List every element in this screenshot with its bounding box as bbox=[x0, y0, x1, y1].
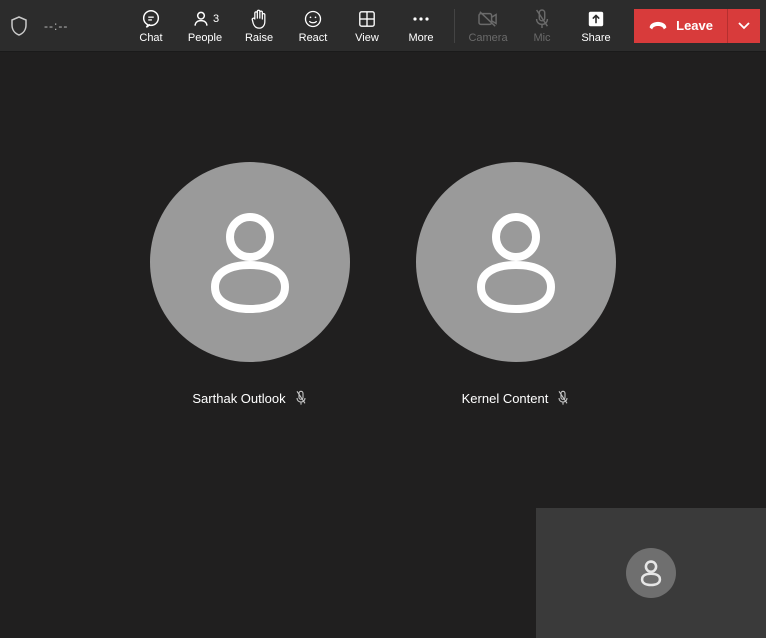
camera-off-icon bbox=[477, 8, 499, 30]
react-label: React bbox=[299, 32, 328, 44]
person-icon bbox=[466, 207, 566, 317]
chat-label: Chat bbox=[139, 32, 162, 44]
shield-icon bbox=[6, 16, 32, 36]
muted-icon bbox=[556, 390, 570, 406]
share-icon bbox=[587, 8, 605, 30]
meeting-toolbar: --:-- Chat 3 People Raise Reac bbox=[0, 0, 766, 52]
camera-label: Camera bbox=[468, 32, 507, 44]
raise-label: Raise bbox=[245, 32, 273, 44]
meeting-stage: Sarthak Outlook Kernel Content bbox=[0, 52, 766, 638]
share-button[interactable]: Share bbox=[569, 2, 623, 50]
people-icon: 3 bbox=[191, 8, 219, 30]
avatar bbox=[416, 162, 616, 362]
muted-icon bbox=[294, 390, 308, 406]
react-button[interactable]: React bbox=[286, 2, 340, 50]
participant-name: Sarthak Outlook bbox=[192, 391, 285, 406]
chevron-down-icon bbox=[738, 22, 750, 30]
toolbar-divider bbox=[454, 9, 455, 43]
view-icon bbox=[358, 8, 376, 30]
mic-label: Mic bbox=[533, 32, 550, 44]
raise-hand-button[interactable]: Raise bbox=[232, 2, 286, 50]
leave-label: Leave bbox=[676, 18, 713, 33]
person-icon bbox=[638, 559, 664, 587]
self-avatar bbox=[626, 548, 676, 598]
hangup-icon bbox=[648, 20, 668, 32]
avatar bbox=[150, 162, 350, 362]
self-view-tile[interactable] bbox=[536, 508, 766, 638]
more-label: More bbox=[408, 32, 433, 44]
participant-name: Kernel Content bbox=[462, 391, 549, 406]
people-count-badge: 3 bbox=[213, 13, 219, 25]
people-button[interactable]: 3 People bbox=[178, 2, 232, 50]
more-icon bbox=[411, 8, 431, 30]
mic-off-icon bbox=[533, 8, 551, 30]
view-button[interactable]: View bbox=[340, 2, 394, 50]
more-button[interactable]: More bbox=[394, 2, 448, 50]
raise-hand-icon bbox=[249, 8, 269, 30]
participant-tile[interactable]: Sarthak Outlook bbox=[140, 162, 360, 406]
share-label: Share bbox=[581, 32, 610, 44]
people-label: People bbox=[188, 32, 222, 44]
camera-button[interactable]: Camera bbox=[461, 2, 515, 50]
view-label: View bbox=[355, 32, 379, 44]
leave-button[interactable]: Leave bbox=[634, 9, 728, 43]
chat-icon bbox=[140, 8, 162, 30]
chat-button[interactable]: Chat bbox=[124, 2, 178, 50]
react-icon bbox=[303, 8, 323, 30]
mic-button[interactable]: Mic bbox=[515, 2, 569, 50]
call-timer: --:-- bbox=[44, 19, 68, 33]
person-icon bbox=[200, 207, 300, 317]
leave-dropdown-button[interactable] bbox=[728, 9, 760, 43]
participant-tile[interactable]: Kernel Content bbox=[406, 162, 626, 406]
